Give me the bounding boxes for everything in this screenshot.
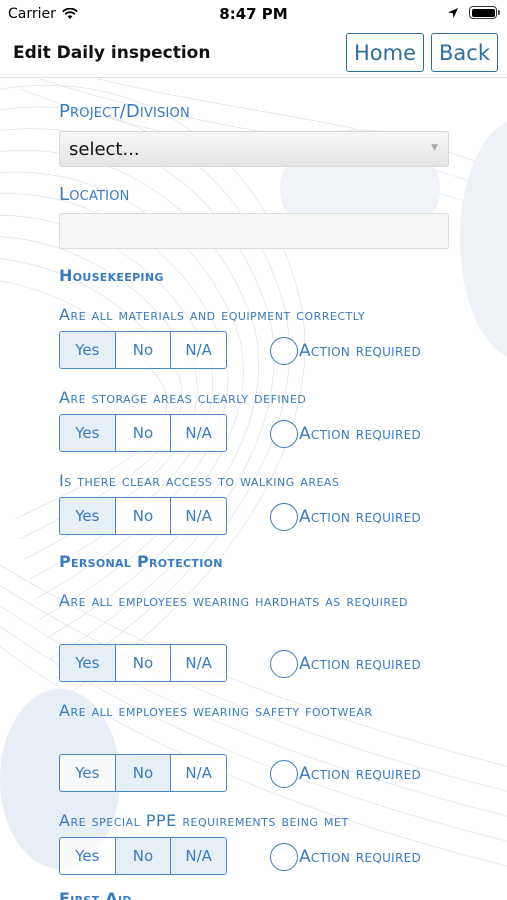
action-required-toggle[interactable]: Action required xyxy=(270,650,421,678)
radio-circle-icon[interactable] xyxy=(270,420,298,448)
answer-na-button[interactable]: N/A xyxy=(171,415,226,451)
location-label: Location xyxy=(59,184,130,205)
answer-segmented-control: Yes No N/A xyxy=(59,497,227,535)
radio-circle-icon[interactable] xyxy=(270,760,298,788)
answer-no-button[interactable]: No xyxy=(116,498,172,534)
project-division-value: select... xyxy=(69,138,140,160)
chevron-down-icon: ▼ xyxy=(431,143,438,153)
answer-segmented-control: Yes No N/A xyxy=(59,414,227,452)
question-hardhats: Are all employees wearing hardhats as re… xyxy=(59,591,408,610)
action-required-label: Action required xyxy=(299,654,422,674)
answer-na-button[interactable]: N/A xyxy=(171,498,226,534)
action-required-label: Action required xyxy=(299,424,422,444)
answer-no-button[interactable]: No xyxy=(115,755,172,791)
section-personal-protection-title: Personal Protection xyxy=(59,552,223,571)
answer-no-button[interactable]: No xyxy=(116,332,172,368)
radio-circle-icon[interactable] xyxy=(270,843,298,871)
answer-no-button[interactable]: No xyxy=(116,645,172,681)
status-time: 8:47 PM xyxy=(219,5,288,23)
answer-yes-button[interactable]: Yes xyxy=(60,332,116,368)
answer-yes-button[interactable]: Yes xyxy=(60,645,116,681)
radio-circle-icon[interactable] xyxy=(270,503,298,531)
answer-yes-button[interactable]: Yes xyxy=(60,838,116,874)
answer-segmented-control: Yes No N/A xyxy=(59,331,227,369)
answer-segmented-control: Yes No N/A xyxy=(59,644,227,682)
answer-yes-button[interactable]: Yes xyxy=(60,498,116,534)
status-right xyxy=(447,6,500,19)
navigation-bar: Edit Daily inspection Home Back xyxy=(0,30,507,78)
action-required-label: Action required xyxy=(299,341,422,361)
answer-no-button[interactable]: No xyxy=(115,838,172,874)
answer-yes-button[interactable]: Yes xyxy=(60,755,116,791)
question-walking-areas: Is there clear access to walking areas xyxy=(59,471,340,490)
page-title: Edit Daily inspection xyxy=(13,43,211,63)
action-required-label: Action required xyxy=(299,764,422,784)
location-arrow-icon xyxy=(448,7,458,18)
action-required-toggle[interactable]: Action required xyxy=(270,760,421,788)
battery-icon xyxy=(469,6,500,19)
answer-na-button[interactable]: N/A xyxy=(171,755,226,791)
home-button[interactable]: Home xyxy=(346,33,424,72)
section-housekeeping-title: Housekeeping xyxy=(59,266,164,285)
question-storage-areas: Are storage areas clearly defined xyxy=(59,388,307,407)
answer-na-button[interactable]: N/A xyxy=(171,838,226,874)
section-first-aid-title: First Aid xyxy=(59,889,132,900)
status-bar: Carrier 8:47 PM xyxy=(0,0,507,30)
answer-segmented-control: Yes No N/A xyxy=(59,754,227,792)
action-required-toggle[interactable]: Action required xyxy=(270,503,421,531)
answer-no-button[interactable]: No xyxy=(116,415,172,451)
action-required-label: Action required xyxy=(299,507,422,527)
radio-circle-icon[interactable] xyxy=(270,337,298,365)
project-division-select[interactable]: select... ▼ xyxy=(59,131,449,167)
radio-circle-icon[interactable] xyxy=(270,650,298,678)
question-special-ppe: Are special PPE requirements being met xyxy=(59,811,349,830)
answer-na-button[interactable]: N/A xyxy=(171,645,226,681)
action-required-label: Action required xyxy=(299,847,422,867)
question-materials-equipment: Are all materials and equipment correctl… xyxy=(59,305,366,324)
action-required-toggle[interactable]: Action required xyxy=(270,420,421,448)
answer-na-button[interactable]: N/A xyxy=(171,332,226,368)
back-button[interactable]: Back xyxy=(431,33,498,72)
question-safety-footwear: Are all employees wearing safety footwea… xyxy=(59,701,373,720)
action-required-toggle[interactable]: Action required xyxy=(270,337,421,365)
answer-yes-button[interactable]: Yes xyxy=(60,415,116,451)
location-input[interactable] xyxy=(59,213,449,249)
answer-segmented-control: Yes No N/A xyxy=(59,837,227,875)
action-required-toggle[interactable]: Action required xyxy=(270,843,421,871)
project-division-label: Project/Division xyxy=(59,101,190,122)
